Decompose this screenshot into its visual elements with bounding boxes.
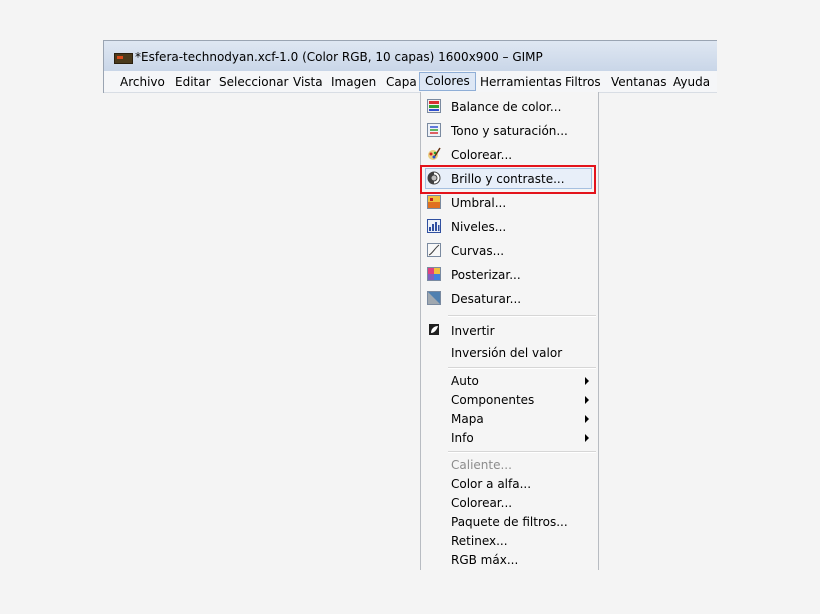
menu-bar: Archivo Editar Seleccionar Vista Imagen …: [104, 71, 717, 93]
gimp-app-icon: [114, 53, 133, 64]
menu-item-inversion-del-valor[interactable]: Inversión del valor: [421, 342, 598, 364]
menu-item-label: Invertir: [451, 324, 495, 338]
menu-item-label: Balance de color...: [451, 100, 562, 114]
posterize-icon: [427, 267, 441, 281]
menu-item-brillo-y-contraste[interactable]: Brillo y contraste...: [421, 168, 598, 190]
menu-item-balance-de-color[interactable]: Balance de color...: [421, 96, 598, 118]
menu-item-curvas[interactable]: Curvas...: [421, 240, 598, 262]
colors-dropdown-menu: Balance de color... Tono y saturación...…: [420, 92, 599, 570]
menu-imagen[interactable]: Imagen: [326, 73, 381, 91]
curves-icon: [427, 243, 441, 257]
menu-item-umbral[interactable]: Umbral...: [421, 192, 598, 214]
submenu-arrow-icon: [585, 434, 589, 442]
menu-editar[interactable]: Editar: [170, 73, 216, 91]
menu-item-label: Brillo y contraste...: [451, 172, 565, 186]
menu-item-label: Mapa: [451, 412, 484, 426]
submenu-arrow-icon: [585, 396, 589, 404]
gimp-window: *Esfera-technodyan.xcf-1.0 (Color RGB, 1…: [103, 40, 717, 93]
menu-item-label: Tono y saturación...: [451, 124, 568, 138]
menu-item-label: Colorear...: [451, 496, 513, 510]
menu-item-label: Desaturar...: [451, 292, 522, 306]
menu-filtros[interactable]: Filtros: [560, 73, 606, 91]
menu-item-label: Posterizar...: [451, 268, 521, 282]
menu-item-label: Umbral...: [451, 196, 507, 210]
colorize-icon: [428, 147, 441, 160]
menu-separator: [448, 315, 596, 317]
menu-item-rgb-max[interactable]: RGB máx...: [421, 549, 598, 571]
menu-item-label: Auto: [451, 374, 479, 388]
menu-item-niveles[interactable]: Niveles...: [421, 216, 598, 238]
levels-icon: [427, 219, 441, 233]
menu-item-invertir[interactable]: Invertir: [421, 320, 598, 342]
color-balance-icon: [427, 99, 441, 113]
menu-colores[interactable]: Colores: [419, 72, 476, 91]
menu-item-label: Curvas...: [451, 244, 505, 258]
menu-item-label: Info: [451, 431, 474, 445]
menu-item-posterizar[interactable]: Posterizar...: [421, 264, 598, 286]
menu-item-label: Paquete de filtros...: [451, 515, 568, 529]
menu-capa[interactable]: Capa: [381, 73, 422, 91]
menu-item-label: RGB máx...: [451, 553, 519, 567]
submenu-arrow-icon: [585, 377, 589, 385]
submenu-arrow-icon: [585, 415, 589, 423]
menu-item-info[interactable]: Info: [421, 427, 598, 449]
brightness-contrast-icon: [427, 171, 441, 185]
menu-separator: [448, 367, 596, 369]
menu-archivo[interactable]: Archivo: [115, 73, 170, 91]
menu-item-label: Caliente...: [451, 458, 512, 472]
menu-item-desaturar[interactable]: Desaturar...: [421, 288, 598, 310]
invert-icon: [429, 324, 439, 335]
menu-ayuda[interactable]: Ayuda: [668, 73, 715, 91]
menu-seleccionar[interactable]: Seleccionar: [214, 73, 293, 91]
menu-item-label: Inversión del valor: [451, 346, 563, 360]
window-title: *Esfera-technodyan.xcf-1.0 (Color RGB, 1…: [135, 50, 543, 64]
menu-item-label: Niveles...: [451, 220, 507, 234]
menu-separator: [448, 451, 596, 453]
title-bar: *Esfera-technodyan.xcf-1.0 (Color RGB, 1…: [104, 41, 717, 71]
menu-item-label: Color a alfa...: [451, 477, 532, 491]
menu-item-label: Componentes: [451, 393, 535, 407]
menu-item-tono-y-saturacion[interactable]: Tono y saturación...: [421, 120, 598, 142]
threshold-icon: [427, 195, 441, 209]
menu-ventanas[interactable]: Ventanas: [606, 73, 672, 91]
menu-vista[interactable]: Vista: [288, 73, 328, 91]
menu-herramientas[interactable]: Herramientas: [475, 73, 567, 91]
menu-item-label: Colorear...: [451, 148, 513, 162]
menu-item-label: Retinex...: [451, 534, 508, 548]
menu-item-colorear[interactable]: Colorear...: [421, 144, 598, 166]
hue-saturation-icon: [427, 123, 441, 137]
desaturate-icon: [427, 291, 441, 305]
